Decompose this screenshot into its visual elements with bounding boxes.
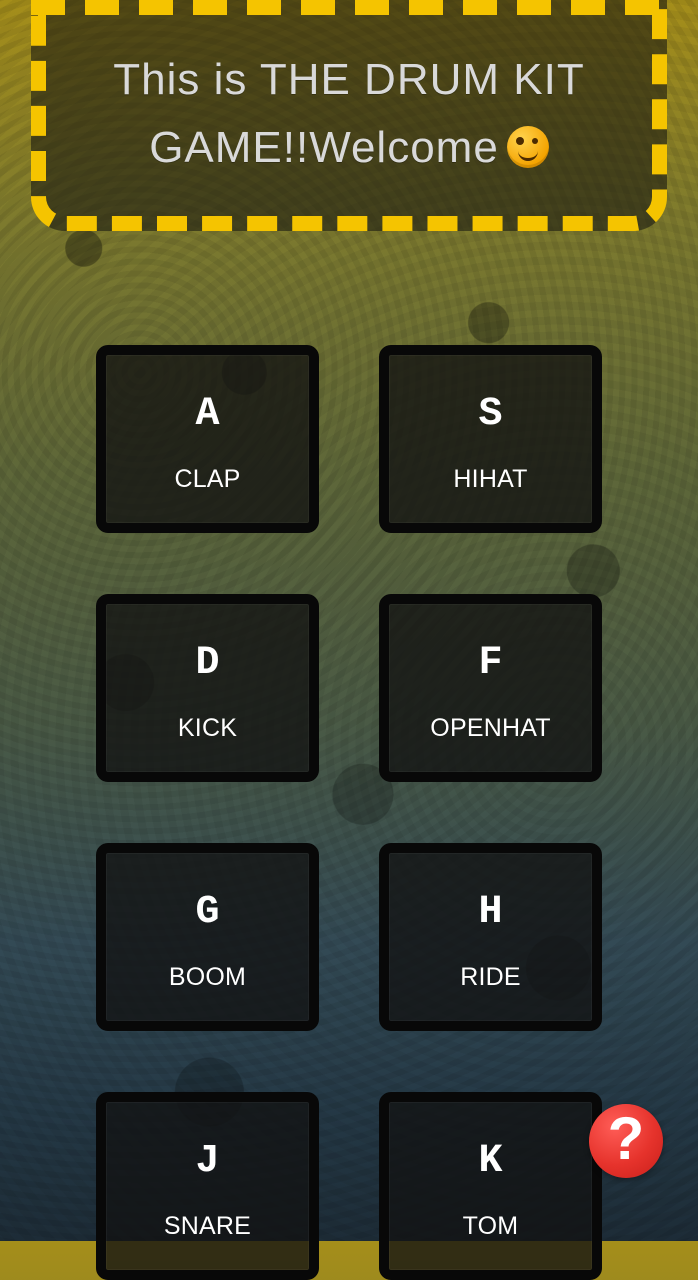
title-banner: This is THE DRUM KIT GAME!!Welcome <box>31 0 667 231</box>
drum-pad-hihat[interactable]: S HIHAT <box>379 345 602 533</box>
question-mark-icon: ? <box>607 1105 645 1172</box>
drum-pad-kick[interactable]: D KICK <box>96 594 319 782</box>
drum-pad-key: K <box>478 1139 503 1184</box>
drum-pad-label: KICK <box>177 714 238 742</box>
drum-pad-key: A <box>195 392 220 437</box>
drum-pad-label: BOOM <box>168 963 247 991</box>
drum-pad-key: G <box>195 890 220 935</box>
drum-pad-label: RIDE <box>460 963 521 991</box>
drum-pad-snare[interactable]: J SNARE <box>96 1092 319 1280</box>
drum-pad-key: J <box>195 1139 220 1184</box>
drum-pad-key: F <box>478 641 503 686</box>
page-title: This is THE DRUM KIT GAME!!Welcome <box>86 46 612 182</box>
drum-pad-label: HIHAT <box>453 465 528 493</box>
drum-pad-label: CLAP <box>174 465 241 493</box>
help-button[interactable]: ? <box>589 1104 663 1178</box>
drum-pad-boom[interactable]: G BOOM <box>96 843 319 1031</box>
drum-pad-label: OPENHAT <box>430 714 551 742</box>
drum-pad-openhat[interactable]: F OPENHAT <box>379 594 602 782</box>
drum-pad-clap[interactable]: A CLAP <box>96 345 319 533</box>
drum-pad-label: TOM <box>462 1212 519 1240</box>
winking-face-icon <box>506 126 549 168</box>
drum-pad-ride[interactable]: H RIDE <box>379 843 602 1031</box>
drum-pad-key: S <box>478 392 503 437</box>
drum-pad-grid: A CLAP S HIHAT D KICK F OPENHAT G BOOM H… <box>96 345 602 1280</box>
drum-pad-label: SNARE <box>163 1212 252 1240</box>
drum-pad-key: D <box>195 641 220 686</box>
drum-pad-key: H <box>478 890 503 935</box>
drum-pad-tom[interactable]: K TOM <box>379 1092 602 1280</box>
